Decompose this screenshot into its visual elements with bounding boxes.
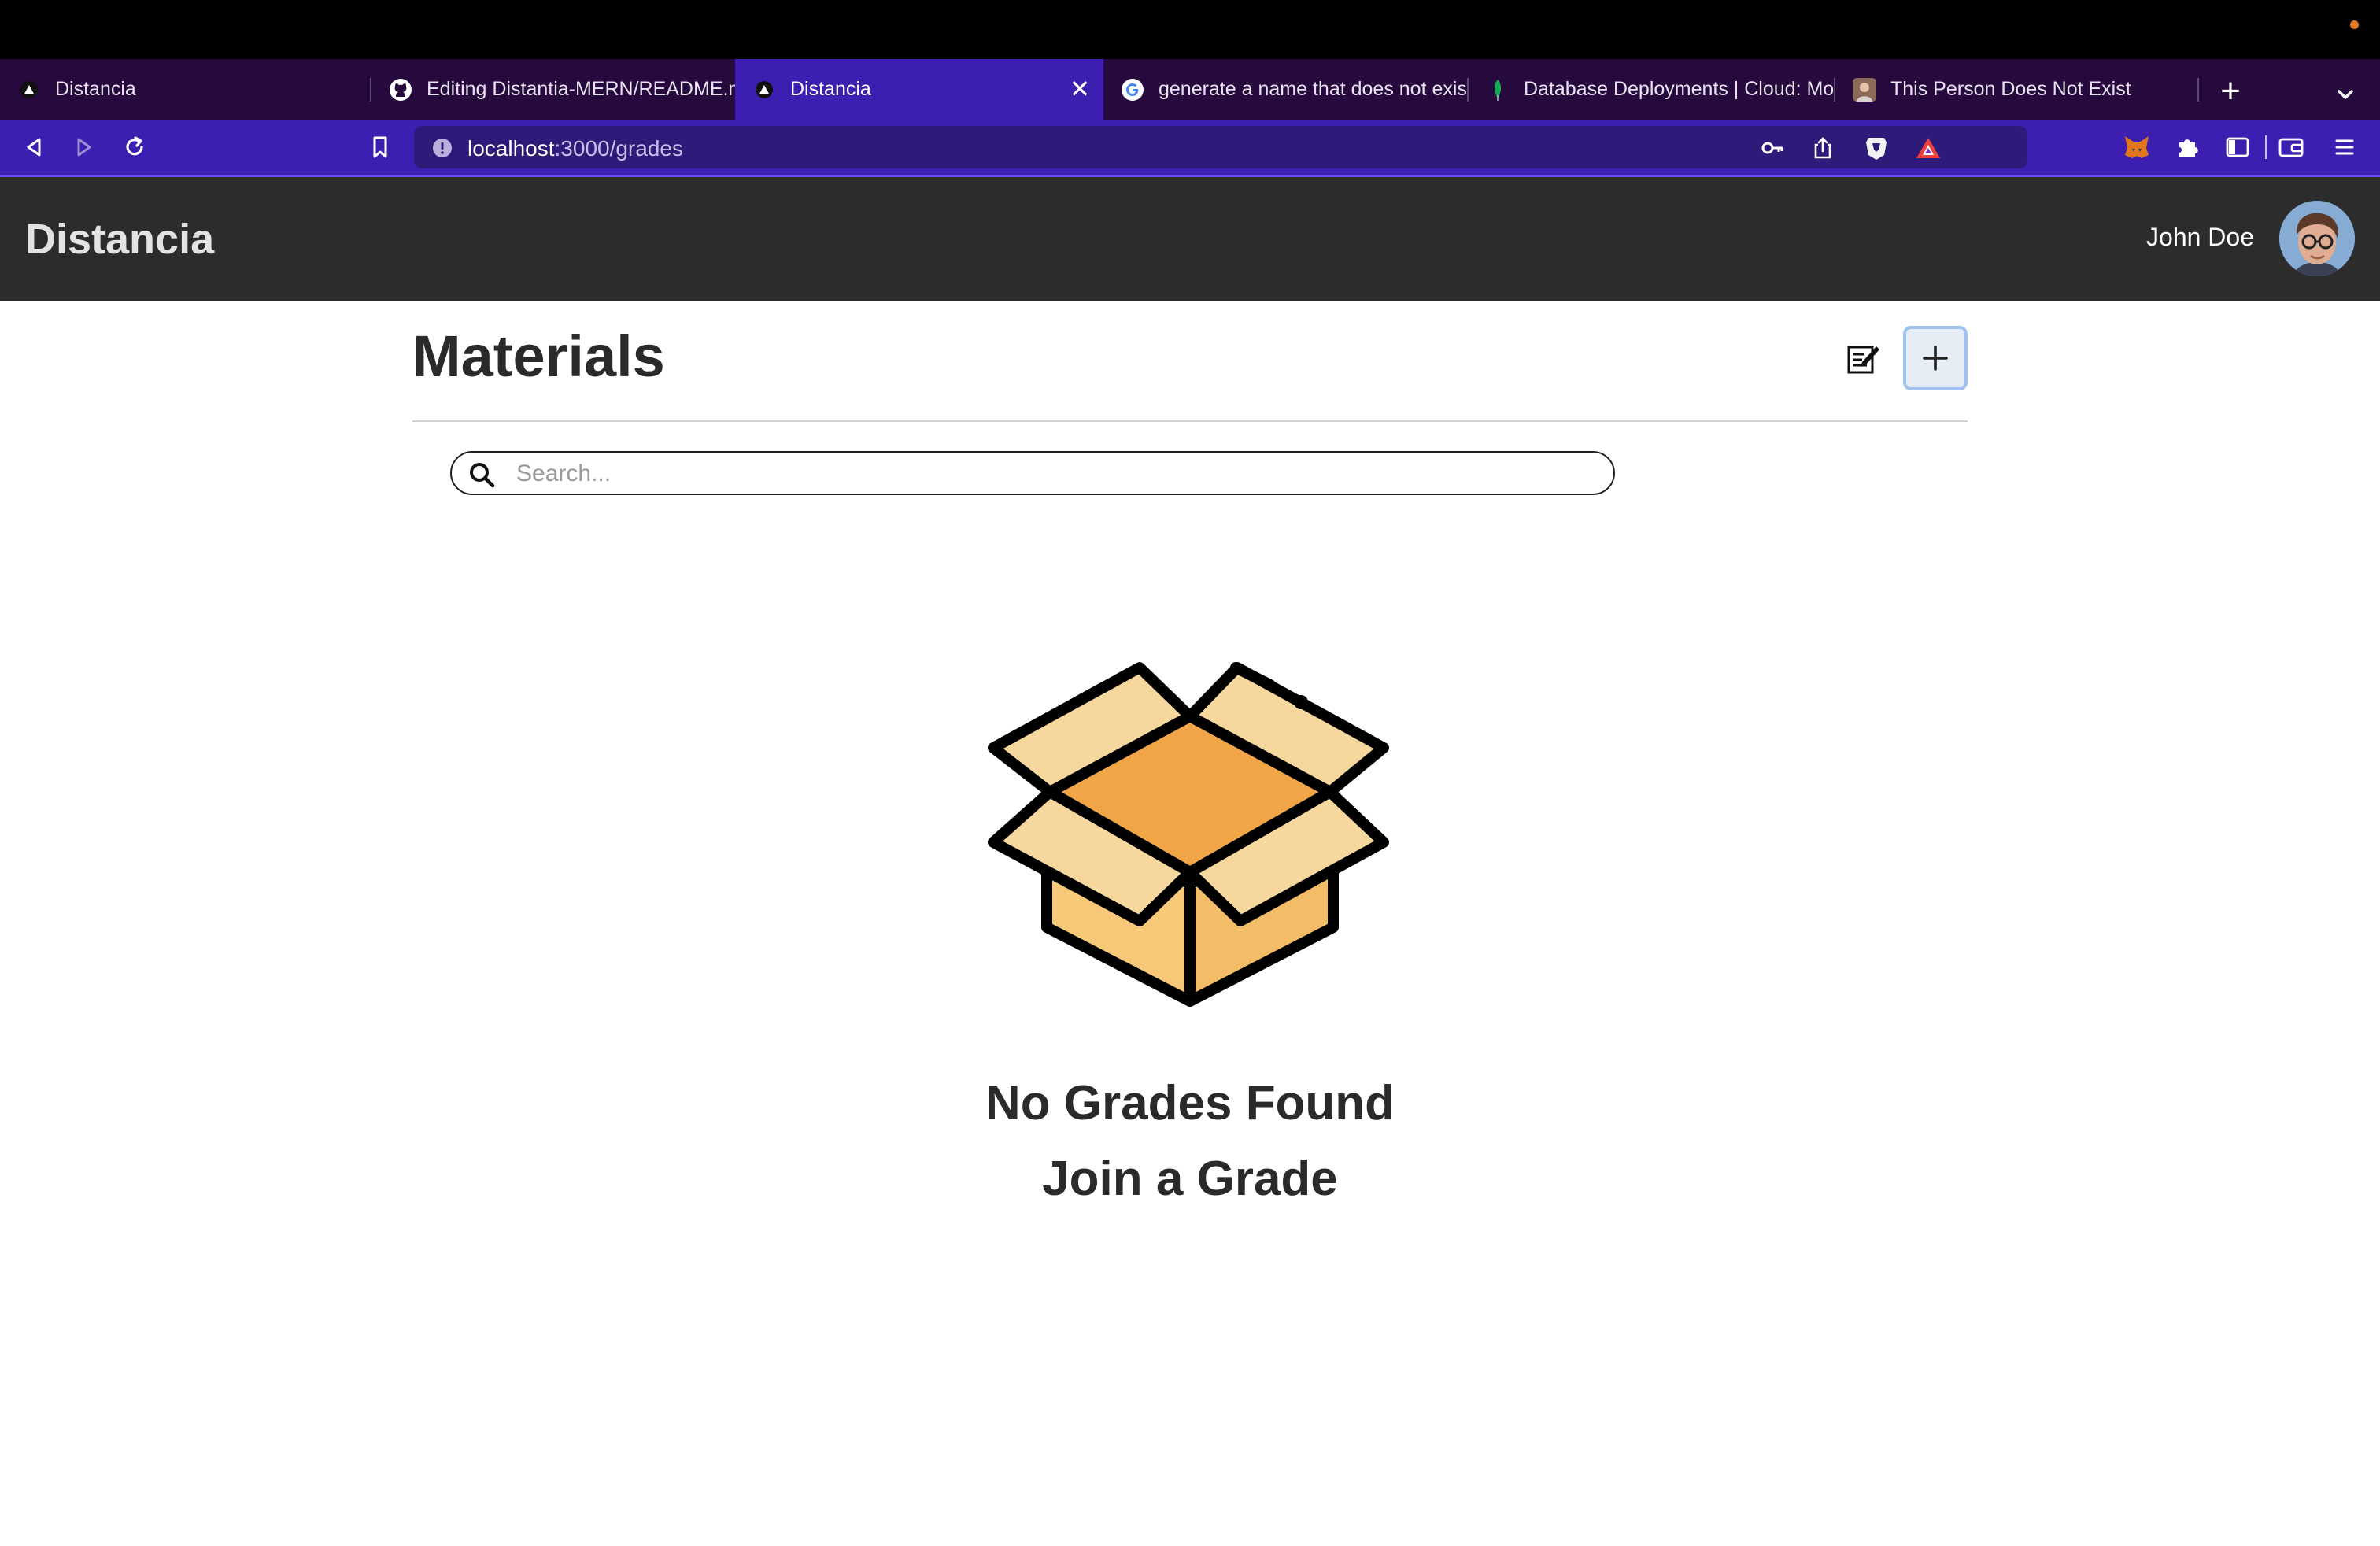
- brave-rewards-icon[interactable]: [1914, 134, 1942, 162]
- tab-mongodb[interactable]: Database Deployments | Cloud: MongoDB: [1469, 59, 1834, 120]
- forward-icon[interactable]: [68, 131, 101, 164]
- mongodb-leaf-icon: [1486, 78, 1510, 102]
- menu-icon[interactable]: [2328, 131, 2361, 164]
- close-tab-icon[interactable]: ✕: [1067, 76, 1092, 102]
- tab-this-person[interactable]: This Person Does Not Exist: [1835, 59, 2197, 120]
- empty-state-title: No Grades Found: [985, 1076, 1395, 1130]
- bookmark-icon[interactable]: [364, 131, 397, 164]
- search-bar[interactable]: [450, 451, 1615, 495]
- browser-toolbar: localhost:3000/grades: [0, 120, 2380, 177]
- wallet-icon[interactable]: [2275, 131, 2308, 164]
- reload-icon[interactable]: [118, 131, 151, 164]
- search-icon: [468, 460, 496, 489]
- github-icon: [389, 78, 412, 102]
- tab-title: Distancia: [790, 78, 871, 100]
- add-button[interactable]: [1903, 326, 1968, 390]
- url-path: :3000/grades: [554, 136, 683, 161]
- tab-title: Distancia: [55, 78, 136, 100]
- os-menu-bar: [0, 0, 2380, 59]
- tab-title: Database Deployments | Cloud: MongoDB: [1524, 78, 1834, 100]
- plus-icon: [1923, 346, 1948, 371]
- metamask-icon[interactable]: [2120, 131, 2153, 164]
- triangle-icon: [752, 78, 776, 102]
- tab-title: Editing Distantia-MERN/README.md: [427, 78, 735, 100]
- app-header: Distancia John Doe: [0, 177, 2380, 301]
- divider: [2265, 135, 2267, 159]
- info-icon[interactable]: [428, 134, 456, 162]
- brand-logo-text[interactable]: Distancia: [25, 215, 214, 264]
- url-host: localhost: [468, 136, 555, 161]
- page-title: Materials: [412, 324, 665, 389]
- back-icon[interactable]: [17, 131, 50, 164]
- share-icon[interactable]: [1809, 134, 1837, 162]
- tab-title: generate a name that does not exist: [1159, 78, 1467, 100]
- triangle-icon: [17, 78, 41, 102]
- url-text[interactable]: localhost:3000/grades: [468, 136, 683, 161]
- edit-notes-icon[interactable]: [1842, 337, 1886, 381]
- open-box-icon: [985, 630, 1395, 1015]
- divider: [412, 420, 1968, 422]
- tab-google-search[interactable]: generate a name that does not exist: [1103, 59, 1467, 120]
- person-photo-icon: [1853, 77, 1876, 102]
- status-dot: [2350, 20, 2359, 29]
- chevron-down-icon[interactable]: [2330, 79, 2361, 110]
- google-icon: [1121, 78, 1144, 102]
- avatar[interactable]: [2279, 201, 2355, 276]
- user-name[interactable]: John Doe: [2146, 223, 2254, 252]
- extensions-puzzle-icon[interactable]: [2171, 131, 2204, 164]
- tab-title: This Person Does Not Exist: [1890, 78, 2131, 100]
- brave-shield-icon[interactable]: [1862, 134, 1890, 162]
- new-tab-button[interactable]: +: [2213, 74, 2248, 110]
- tab-github-readme[interactable]: Editing Distantia-MERN/README.md: [371, 59, 735, 120]
- tab-strip: Distancia Editing Distantia-MERN/README.…: [0, 59, 2380, 120]
- key-icon[interactable]: [1758, 134, 1787, 162]
- empty-state-subtitle[interactable]: Join a Grade: [0, 1151, 2380, 1207]
- tab-divider: [2197, 78, 2199, 102]
- sidebar-icon[interactable]: [2221, 131, 2254, 164]
- address-bar[interactable]: localhost:3000/grades: [414, 126, 2267, 168]
- tab-distancia-active[interactable]: Distancia ✕: [735, 59, 1103, 120]
- tab-distancia-1[interactable]: Distancia: [0, 59, 370, 120]
- search-input[interactable]: [515, 457, 1596, 490]
